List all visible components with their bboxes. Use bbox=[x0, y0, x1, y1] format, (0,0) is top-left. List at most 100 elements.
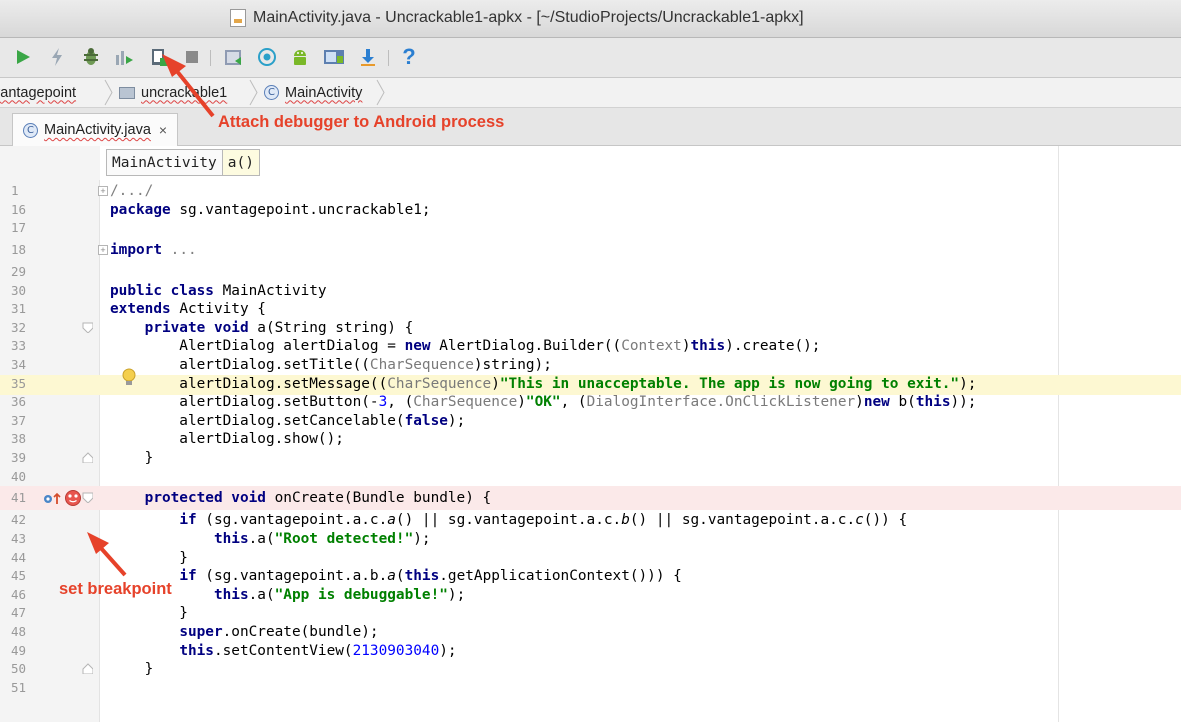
line-number: 35 bbox=[11, 375, 27, 391]
download-icon[interactable] bbox=[357, 46, 379, 68]
window-title: MainActivity.java - Uncrackable1-apkx - … bbox=[253, 9, 804, 26]
profile-icon[interactable] bbox=[113, 46, 135, 68]
code-text: protected void onCreate(Bundle bundle) { bbox=[144, 490, 492, 507]
crumb-vantagepoint[interactable]: vantagepoint bbox=[0, 78, 76, 107]
help-icon[interactable]: ? bbox=[398, 44, 420, 69]
code-text: if (sg.vantagepoint.a.c.a() || sg.vantag… bbox=[179, 512, 908, 529]
line-number: 43 bbox=[11, 531, 27, 546]
line-number: 34 bbox=[11, 357, 27, 372]
line-number: 30 bbox=[11, 282, 27, 298]
avd-manager-icon[interactable] bbox=[323, 46, 345, 68]
code-text: alertDialog.setButton(-3, (CharSequence)… bbox=[110, 394, 977, 411]
window-title-wrap: MainActivity.java - Uncrackable1-apkx - … bbox=[230, 9, 804, 27]
override-marker-icon[interactable] bbox=[43, 492, 63, 505]
debug-icon[interactable] bbox=[80, 46, 102, 68]
line-number: 42 bbox=[11, 512, 27, 528]
code-line: 49 this.setContentView(2130903040); bbox=[0, 642, 1181, 661]
chevron-right-icon bbox=[376, 78, 386, 107]
line-number: 44 bbox=[11, 549, 27, 565]
line-number: 1 bbox=[11, 183, 19, 198]
line-number: 37 bbox=[11, 412, 27, 428]
code-line: 36 alertDialog.setButton(-3, (CharSequen… bbox=[0, 393, 1181, 412]
line-number: 50 bbox=[11, 661, 27, 677]
line-number: 45 bbox=[11, 568, 27, 584]
chevron-right-icon bbox=[104, 78, 114, 107]
toolbar-separator bbox=[388, 50, 389, 66]
sync-icon[interactable] bbox=[222, 46, 244, 68]
toolbar-separator bbox=[210, 50, 211, 66]
code-line: 29 bbox=[0, 263, 1181, 282]
code-text: extends Activity { bbox=[110, 301, 266, 318]
fold-marker-icon[interactable] bbox=[82, 492, 93, 504]
line-number: 38 bbox=[11, 431, 27, 447]
window-titlebar: MainActivity.java - Uncrackable1-apkx - … bbox=[0, 0, 1181, 38]
code-line: 18 + import ... bbox=[0, 238, 1181, 262]
line-number: 18 bbox=[11, 241, 27, 257]
run-icon[interactable] bbox=[12, 46, 34, 68]
line-number: 41 bbox=[11, 490, 27, 506]
line-number: 31 bbox=[11, 301, 27, 317]
code-text: alertDialog.setCancelable(false); bbox=[110, 412, 466, 429]
code-text: super.onCreate(bundle); bbox=[179, 624, 379, 640]
code-text: private void a(String string) { bbox=[144, 319, 414, 336]
code-line: 51 bbox=[0, 679, 1181, 698]
line-number: 49 bbox=[11, 642, 27, 658]
class-icon: C bbox=[23, 122, 38, 138]
code-text: alertDialog.setMessage((CharSequence)"Th… bbox=[110, 375, 977, 392]
code-text: AlertDialog alertDialog = new AlertDialo… bbox=[110, 338, 821, 355]
code-text: import ... bbox=[110, 241, 197, 258]
attach-debugger-callout: Attach debugger to Android process bbox=[218, 113, 505, 131]
fold-marker-icon[interactable] bbox=[82, 322, 93, 333]
code-text: } bbox=[110, 605, 188, 622]
code-text: } bbox=[110, 450, 154, 466]
code-text: if (sg.vantagepoint.a.b.a(this.getApplic… bbox=[179, 568, 682, 585]
main-toolbar: ? bbox=[0, 38, 1181, 78]
line-number: 51 bbox=[11, 679, 27, 695]
crumb-mainactivity[interactable]: C MainActivity bbox=[264, 78, 362, 107]
code-breadcrumb: MainActivity a() bbox=[106, 149, 260, 176]
code-text: public class MainActivity bbox=[110, 282, 327, 299]
navigation-bar: vantagepoint uncrackable1 C MainActivity bbox=[0, 78, 1181, 108]
code-line-highlighted: 35 alertDialog.setMessage((CharSequence)… bbox=[0, 368, 1181, 395]
expand-fold-icon[interactable]: + bbox=[98, 186, 108, 196]
sdk-manager-icon[interactable] bbox=[289, 46, 311, 68]
java-file-icon bbox=[230, 9, 246, 27]
line-number: 39 bbox=[11, 450, 27, 465]
lightning-icon[interactable] bbox=[46, 46, 68, 68]
code-line: 17 bbox=[0, 219, 1181, 238]
line-number: 40 bbox=[11, 468, 27, 484]
code-line: 44 } bbox=[0, 549, 1181, 568]
fold-end-icon[interactable] bbox=[82, 452, 93, 463]
code-text: } bbox=[110, 549, 188, 566]
fold-end-icon[interactable] bbox=[82, 663, 93, 675]
crumb-uncrackable1[interactable]: uncrackable1 bbox=[119, 78, 227, 107]
breakpoint-icon[interactable] bbox=[64, 489, 82, 507]
stop-icon[interactable] bbox=[181, 46, 203, 68]
code-line: 47 } bbox=[0, 604, 1181, 623]
chevron-right-icon bbox=[249, 78, 259, 107]
code-text: /.../ bbox=[110, 183, 154, 199]
code-breadcrumb-class[interactable]: MainActivity bbox=[106, 149, 223, 176]
code-line: 42 if (sg.vantagepoint.a.c.a() || sg.van… bbox=[0, 511, 1181, 530]
line-number: 16 bbox=[11, 201, 27, 217]
code-text: } bbox=[110, 661, 154, 678]
code-line: 40 bbox=[0, 468, 1181, 487]
line-number: 29 bbox=[11, 264, 27, 279]
code-breadcrumb-method[interactable]: a() bbox=[222, 149, 260, 176]
close-icon[interactable]: × bbox=[159, 122, 167, 138]
line-number: 36 bbox=[11, 394, 27, 410]
code-line: 31 extends Activity { bbox=[0, 300, 1181, 319]
code-line: 38 alertDialog.show(); bbox=[0, 430, 1181, 449]
expand-fold-icon[interactable]: + bbox=[98, 244, 108, 255]
breakpoint-callout: set breakpoint bbox=[59, 580, 172, 598]
attach-debugger-icon[interactable] bbox=[148, 46, 170, 68]
class-icon: C bbox=[264, 85, 279, 100]
code-text: this.setContentView(2130903040); bbox=[179, 642, 457, 659]
line-number: 32 bbox=[11, 319, 27, 335]
tab-mainactivity-java[interactable]: C MainActivity.java × bbox=[12, 113, 179, 146]
code-text: this.a("Root detected!"); bbox=[213, 531, 431, 547]
package-folder-icon bbox=[119, 86, 135, 99]
code-text: alertDialog.setTitle((CharSequence)strin… bbox=[110, 357, 552, 373]
android-monitor-icon[interactable] bbox=[256, 46, 278, 68]
code-line: 45 if (sg.vantagepoint.a.b.a(this.getApp… bbox=[0, 567, 1181, 586]
